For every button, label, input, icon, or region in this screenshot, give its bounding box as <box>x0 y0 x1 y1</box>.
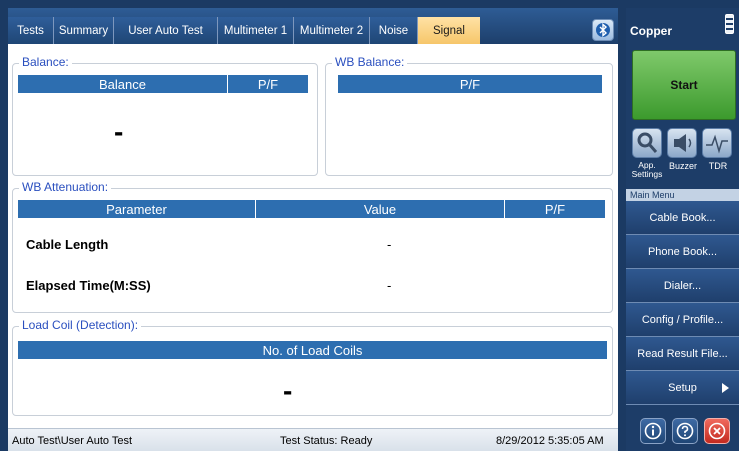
wb-att-row-label: Cable Length <box>26 237 109 252</box>
balance-group: Balance: Balance P/F - <box>12 55 318 176</box>
load-coil-value: - <box>283 375 293 406</box>
balance-col-pf: P/F <box>228 75 308 93</box>
tab-summary[interactable]: Summary <box>54 17 114 44</box>
wb-attenuation-title: WB Attenuation: <box>19 180 112 194</box>
wb-balance-group: WB Balance: P/F <box>325 55 613 176</box>
wb-balance-title: WB Balance: <box>332 55 408 69</box>
wb-att-row-value: - <box>387 237 392 252</box>
side-header: Copper <box>626 8 739 48</box>
status-path: Auto Test\User Auto Test <box>12 435 133 447</box>
tab-multimeter-1[interactable]: Multimeter 1 <box>218 17 294 44</box>
menu-setup[interactable]: Setup <box>626 371 739 405</box>
balance-col-balance: Balance <box>18 75 228 93</box>
wb-att-row-label: Elapsed Time(M:SS) <box>26 278 151 293</box>
status-bar: Auto Test\User Auto Test Test Status: Re… <box>8 428 618 451</box>
signal-content: Balance: Balance P/F - WB Balance: P/F W… <box>8 44 618 428</box>
app-window: Tests Summary User Auto Test Multimeter … <box>0 0 739 451</box>
load-coil-title: Load Coil (Detection): <box>19 318 142 332</box>
tab-noise[interactable]: Noise <box>370 17 418 44</box>
wb-attenuation-group: WB Attenuation: Parameter Value P/F Cabl… <box>12 180 613 313</box>
speaker-icon[interactable] <box>667 128 697 158</box>
help-icon[interactable] <box>672 418 698 444</box>
waveform-icon[interactable] <box>702 128 732 158</box>
status-text: Test Status: Ready <box>280 435 373 447</box>
load-coil-group: Load Coil (Detection): No. of Load Coils… <box>12 318 613 416</box>
tab-tests[interactable]: Tests <box>8 17 54 44</box>
wb-att-col-pf: P/F <box>505 200 605 218</box>
menu-phone-book[interactable]: Phone Book... <box>626 235 739 269</box>
info-icon[interactable] <box>640 418 666 444</box>
wb-att-row-value: - <box>387 278 392 293</box>
main-panel: Tests Summary User Auto Test Multimeter … <box>8 8 618 451</box>
tab-multimeter-2[interactable]: Multimeter 2 <box>294 17 370 44</box>
tab-bar: Tests Summary User Auto Test Multimeter … <box>8 8 618 44</box>
menu-setup-label: Setup <box>668 381 697 394</box>
balance-value: - <box>114 116 124 147</box>
wrench-icon[interactable] <box>632 128 662 158</box>
app-settings-label: App. Settings <box>631 160 663 179</box>
side-panel: Copper Start App. Settings Buzzer TDR Ma… <box>626 8 739 451</box>
battery-icon <box>725 14 734 34</box>
tdr-label: TDR <box>708 161 728 171</box>
load-coil-col-count: No. of Load Coils <box>18 341 607 359</box>
menu-dialer[interactable]: Dialer... <box>626 269 739 303</box>
tab-user-auto-test[interactable]: User Auto Test <box>114 17 218 44</box>
start-button[interactable]: Start <box>632 50 736 120</box>
tab-signal[interactable]: Signal <box>418 17 480 44</box>
menu-config-profile[interactable]: Config / Profile... <box>626 303 739 337</box>
wb-balance-col-pf: P/F <box>338 75 602 93</box>
buzzer-label: Buzzer <box>668 161 697 171</box>
side-title: Copper <box>630 24 672 38</box>
status-datetime: 8/29/2012 5:35:05 AM <box>496 435 604 447</box>
menu-read-result-file[interactable]: Read Result File... <box>626 337 739 371</box>
bluetooth-icon[interactable] <box>592 19 614 41</box>
wb-att-col-value: Value <box>256 200 505 218</box>
wb-att-col-parameter: Parameter <box>18 200 256 218</box>
menu-cable-book[interactable]: Cable Book... <box>626 201 739 235</box>
chevron-right-icon <box>722 383 729 393</box>
balance-title: Balance: <box>19 55 72 69</box>
close-icon[interactable] <box>704 418 730 444</box>
main-menu-header: Main Menu <box>626 189 739 201</box>
